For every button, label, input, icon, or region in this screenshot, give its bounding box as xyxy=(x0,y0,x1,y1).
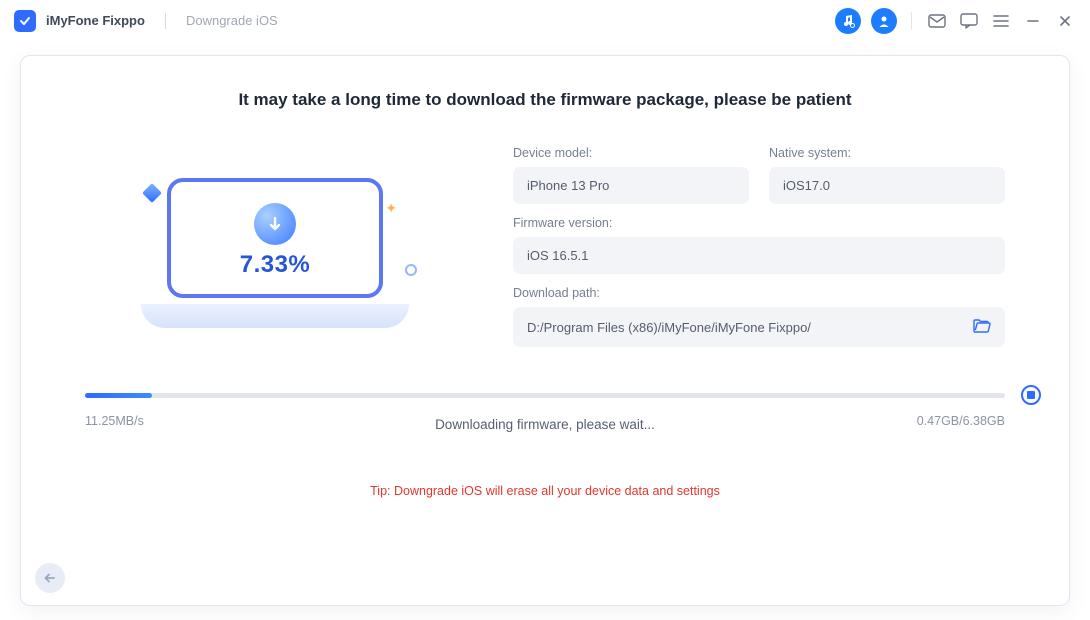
firmware-version-value: iOS 16.5.1 xyxy=(513,237,1005,274)
app-logo-icon xyxy=(19,15,31,27)
native-system-value: iOS17.0 xyxy=(769,167,1005,204)
menu-icon xyxy=(993,14,1009,28)
app-name: iMyFone Fixppo xyxy=(46,13,145,28)
arrow-down-icon xyxy=(266,215,284,233)
account-button[interactable] xyxy=(871,8,897,34)
close-button[interactable] xyxy=(1054,10,1076,32)
warning-tip: Tip: Downgrade iOS will erase all your d… xyxy=(85,484,1005,498)
user-icon xyxy=(877,14,891,28)
titlebar: iMyFone Fixppo Downgrade iOS xyxy=(0,0,1090,42)
progress-area: Downloading firmware, please wait... 11.… xyxy=(85,393,1005,428)
native-system-label: Native system: xyxy=(769,146,1005,160)
firmware-version-field: Firmware version: iOS 16.5.1 xyxy=(513,216,1005,274)
download-path-value: D:/Program Files (x86)/iMyFone/iMyFone F… xyxy=(527,320,811,335)
back-button[interactable] xyxy=(35,563,65,593)
progress-percent: 7.33% xyxy=(240,251,311,279)
download-icon xyxy=(254,203,296,245)
music-button[interactable] xyxy=(835,8,861,34)
fields-area: Device model: iPhone 13 Pro Native syste… xyxy=(513,146,1005,359)
minimize-icon xyxy=(1026,14,1040,28)
titlebar-subtitle: Downgrade iOS xyxy=(186,13,278,28)
circle-decor xyxy=(405,264,417,276)
illustration: 7.33% ✦ xyxy=(85,146,465,359)
laptop-screen: 7.33% xyxy=(167,178,383,298)
titlebar-divider xyxy=(911,12,912,30)
device-model-field: Device model: iPhone 13 Pro xyxy=(513,146,749,204)
stop-button[interactable] xyxy=(1021,385,1041,405)
sparkle-decor: ✦ xyxy=(385,200,397,217)
content-row: 7.33% ✦ Device model: iPhone 13 Pro Nati… xyxy=(85,146,1005,359)
progress-track xyxy=(85,393,1005,398)
laptop-graphic: 7.33% ✦ xyxy=(155,178,395,328)
page-headline: It may take a long time to download the … xyxy=(85,90,1005,110)
feedback-button[interactable] xyxy=(958,10,980,32)
music-icon xyxy=(841,14,855,28)
app-logo xyxy=(14,10,36,32)
main-card: It may take a long time to download the … xyxy=(20,55,1070,606)
menu-button[interactable] xyxy=(990,10,1012,32)
progress-bar xyxy=(85,393,152,398)
device-model-value: iPhone 13 Pro xyxy=(513,167,749,204)
titlebar-separator xyxy=(165,13,166,29)
download-path-field: Download path: D:/Program Files (x86)/iM… xyxy=(513,286,1005,347)
device-model-label: Device model: xyxy=(513,146,749,160)
folder-button[interactable] xyxy=(973,318,991,336)
firmware-version-label: Firmware version: xyxy=(513,216,1005,230)
diamond-decor xyxy=(142,183,162,203)
folder-icon xyxy=(973,318,991,333)
download-path-box: D:/Program Files (x86)/iMyFone/iMyFone F… xyxy=(513,307,1005,347)
native-system-field: Native system: iOS17.0 xyxy=(769,146,1005,204)
titlebar-left: iMyFone Fixppo Downgrade iOS xyxy=(14,10,278,32)
minimize-button[interactable] xyxy=(1022,10,1044,32)
laptop-base xyxy=(141,304,409,328)
download-path-label: Download path: xyxy=(513,286,1005,300)
arrow-left-icon xyxy=(43,571,57,585)
progress-status: Downloading firmware, please wait... xyxy=(85,417,1005,432)
mail-icon xyxy=(928,14,946,28)
titlebar-right xyxy=(835,8,1076,34)
close-icon xyxy=(1058,14,1072,28)
mail-button[interactable] xyxy=(926,10,948,32)
chat-icon xyxy=(960,13,978,29)
